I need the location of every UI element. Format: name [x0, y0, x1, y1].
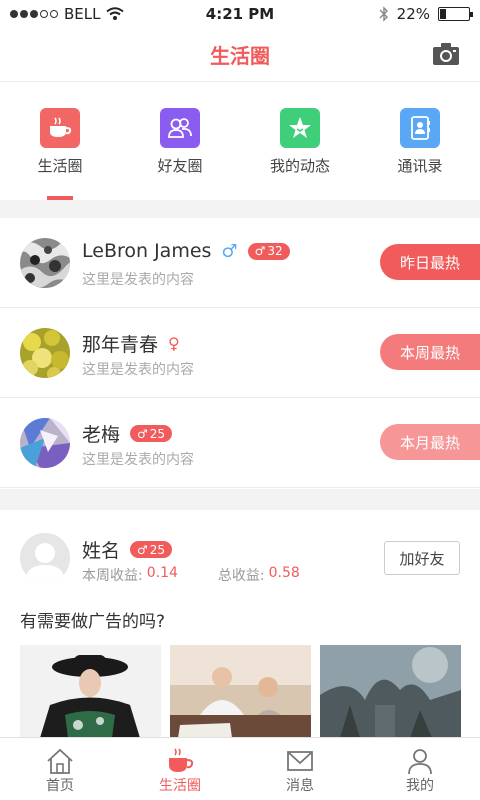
- user-name: 那年青春: [82, 334, 159, 356]
- ad-image[interactable]: [170, 645, 311, 738]
- camera-icon[interactable]: [432, 42, 460, 66]
- section-divider: [0, 489, 480, 510]
- avatar: [20, 328, 70, 378]
- tab-label: 生活圈: [159, 778, 201, 794]
- tab-label: 生活圈: [37, 157, 83, 175]
- battery-icon: [438, 7, 473, 21]
- tab-friends-circle[interactable]: 好友圈: [120, 83, 240, 200]
- total-earnings-label: 总收益:: [217, 568, 265, 584]
- list-item[interactable]: 老梅 ♂ 25 这里是发表的内容 本月最热: [0, 398, 480, 488]
- ad-question: 有需要做广告的吗?: [20, 612, 166, 632]
- avatar: [20, 418, 70, 468]
- tab-messages[interactable]: 消息: [240, 738, 360, 800]
- hot-button[interactable]: 本周最热: [380, 334, 480, 370]
- tab-my-activity[interactable]: 我的动态: [240, 83, 360, 200]
- hot-button[interactable]: 昨日最热: [380, 244, 480, 280]
- age-value: 25: [149, 542, 166, 557]
- tab-home[interactable]: 首页: [0, 738, 120, 800]
- tab-label: 好友圈: [157, 157, 203, 175]
- list-item[interactable]: LeBron James ♂ ♂ 32 这里是发表的内容 昨日最热: [0, 218, 480, 308]
- female-icon: ♀: [168, 334, 180, 353]
- avatar: [20, 238, 70, 288]
- status-right: 22%: [379, 5, 473, 23]
- male-icon: ♂: [137, 426, 148, 441]
- age-badge: ♂ 32: [247, 242, 290, 260]
- avatar: [20, 533, 70, 583]
- tab-label: 首页: [46, 778, 74, 794]
- tab-label: 消息: [286, 778, 314, 794]
- total-earnings-value: 0.58: [268, 565, 300, 581]
- age-value: 32: [267, 244, 283, 258]
- coffee-cup-icon: [40, 108, 80, 148]
- male-icon: ♂: [254, 244, 266, 258]
- week-earnings-value: 0.14: [146, 565, 178, 581]
- age-value: 25: [149, 426, 166, 441]
- tab-contacts[interactable]: 通讯录: [360, 83, 480, 200]
- week-earnings-label: 本周收益:: [82, 568, 143, 584]
- post-content: 这里是发表的内容: [82, 272, 194, 288]
- section-divider: [0, 200, 480, 218]
- coffee-cup-icon: [169, 748, 194, 772]
- friends-icon: [160, 108, 200, 148]
- age-badge: ♂ 25: [130, 425, 173, 442]
- male-icon: ♂: [221, 240, 238, 262]
- contacts-icon: [400, 108, 440, 148]
- post-content: 这里是发表的内容: [82, 452, 194, 468]
- user-name-row: 老梅 ♂ 25: [82, 420, 173, 447]
- tab-label: 我的动态: [269, 157, 330, 175]
- nav-bar: 生活圈: [0, 28, 480, 82]
- star-icon: [280, 108, 320, 148]
- bluetooth-icon: [379, 6, 388, 22]
- status-bar: BELL 4:21 PM 22%: [0, 0, 480, 28]
- user-name: 老梅: [82, 424, 121, 446]
- ad-image[interactable]: [20, 645, 161, 738]
- user-name-row: 姓名 ♂ 25: [82, 536, 173, 563]
- tab-life-circle[interactable]: 生活圈: [0, 83, 120, 200]
- profile-card: 姓名 ♂ 25 本周收益: 0.14 总收益: 0.58 加好友 有需要做广告的吗…: [0, 510, 480, 738]
- mail-icon: [287, 751, 313, 771]
- tab-label: 通讯录: [397, 157, 443, 175]
- list-item[interactable]: 那年青春 ♀ 这里是发表的内容 本周最热: [0, 308, 480, 398]
- hot-button[interactable]: 本月最热: [380, 424, 480, 460]
- earnings: 本周收益: 0.14 总收益: 0.58: [82, 565, 300, 585]
- male-icon: ♂: [137, 542, 148, 557]
- add-friend-button[interactable]: 加好友: [384, 541, 460, 575]
- ad-image[interactable]: [320, 645, 461, 738]
- category-tabs: 生活圈 好友圈 我的动态 通讯录: [0, 83, 480, 200]
- bottom-tab-bar: 首页 生活圈 消息 我的: [0, 737, 480, 800]
- user-name: 姓名: [82, 540, 121, 562]
- post-content: 这里是发表的内容: [82, 362, 194, 378]
- battery-percent: 22%: [396, 5, 430, 23]
- ad-gallery: [20, 645, 461, 738]
- age-badge: ♂ 25: [130, 541, 173, 558]
- tab-label: 我的: [406, 778, 434, 794]
- page-title: 生活圈: [210, 44, 270, 68]
- home-icon: [47, 748, 73, 774]
- user-name-row: LeBron James ♂ ♂ 32: [82, 240, 290, 262]
- user-icon: [408, 749, 432, 775]
- tab-profile[interactable]: 我的: [360, 738, 480, 800]
- user-name: LeBron James: [82, 240, 212, 262]
- tab-life-circle[interactable]: 生活圈: [120, 738, 240, 800]
- user-name-row: 那年青春 ♀: [82, 330, 180, 357]
